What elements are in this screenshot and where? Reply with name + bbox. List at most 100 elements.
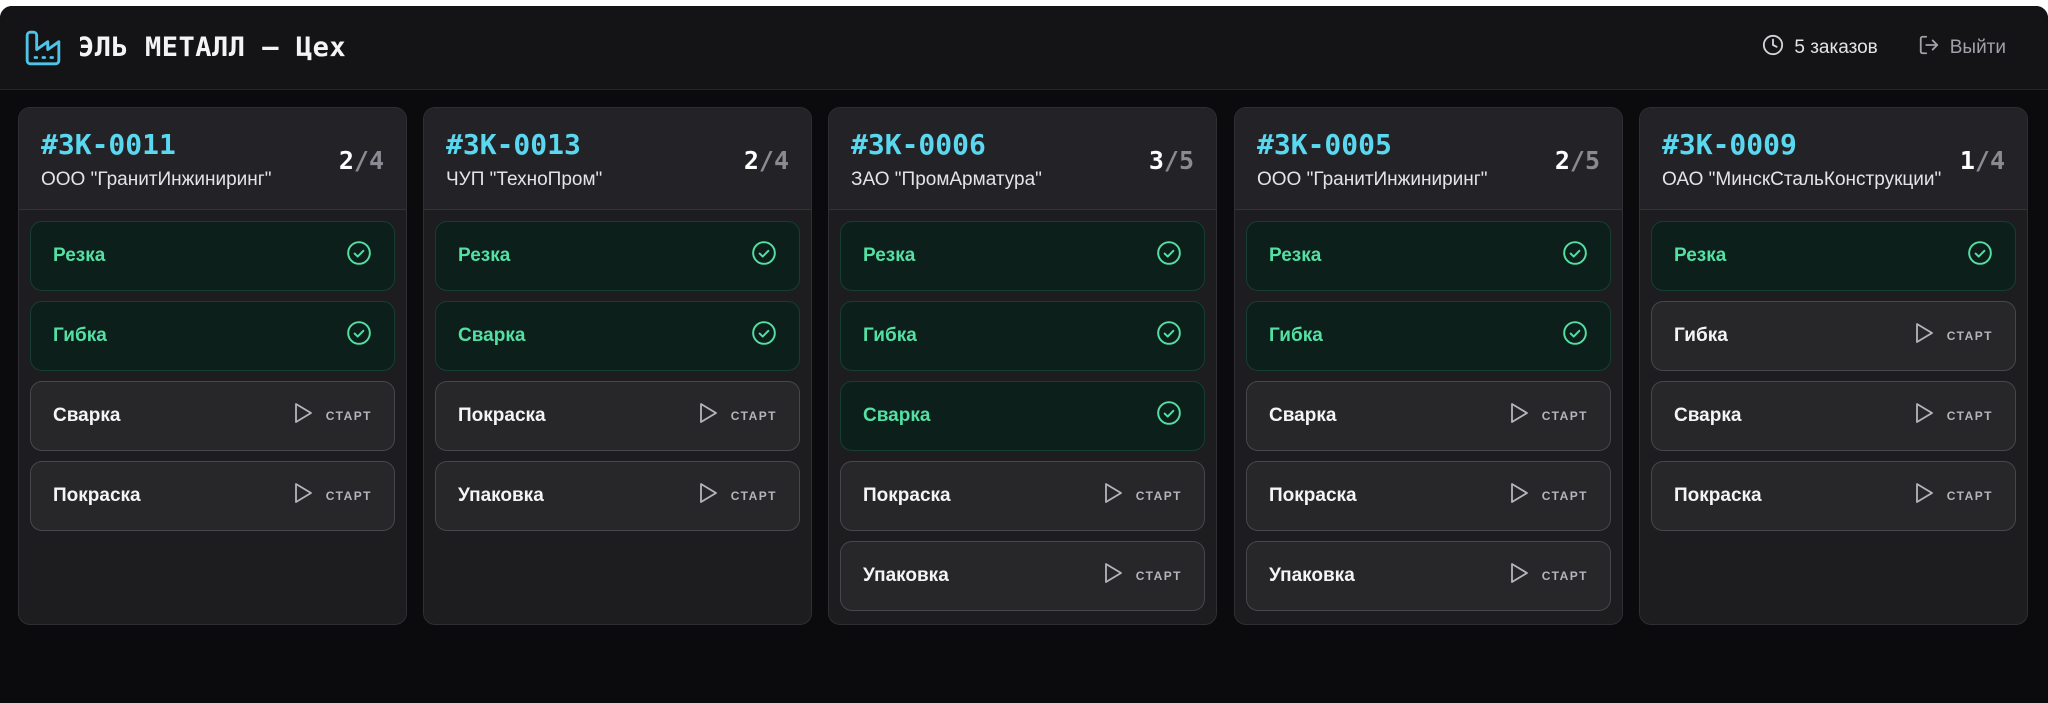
stage-name: Гибка [863, 325, 917, 346]
start-button[interactable]: СТАРТ [1913, 401, 1993, 431]
play-icon [1508, 401, 1530, 431]
start-button[interactable]: СТАРТ [1102, 561, 1182, 591]
stage-item-done: Резка [840, 221, 1205, 291]
stage-name: Покраска [1269, 485, 1357, 506]
stage-name: Гибка [1269, 325, 1323, 346]
order-progress: 3/5 [1149, 146, 1194, 175]
stage-item-done: Гибка [30, 301, 395, 371]
progress-done: 2 [1554, 146, 1570, 175]
progress-total: 4 [368, 146, 384, 175]
start-button[interactable]: СТАРТ [697, 481, 777, 511]
start-button[interactable]: СТАРТ [292, 401, 372, 431]
start-button[interactable]: СТАРТ [697, 401, 777, 431]
start-label: СТАРТ [730, 409, 777, 423]
order-card-header: #ЗК-0009 ОАО "МинскСтальКонструкции" 1/4 [1640, 108, 2027, 210]
stage-name: Резка [53, 245, 106, 266]
play-icon [697, 401, 719, 431]
play-icon [292, 481, 314, 511]
order-card-header: #ЗК-0013 ЧУП "ТехноПром" 2/4 [424, 108, 811, 210]
stage-name: Сварка [53, 405, 121, 426]
order-card-header: #ЗК-0005 ООО "ГранитИнжиниринг" 2/5 [1235, 108, 1622, 210]
order-card: #ЗК-0009 ОАО "МинскСтальКонструкции" 1/4 Ре… [1639, 107, 2028, 625]
progress-separator: / [1569, 146, 1585, 175]
stage-item-pending[interactable]: Гибка СТАРТ [1651, 301, 2016, 371]
stage-item-done: Сварка [435, 301, 800, 371]
progress-total: 4 [1989, 146, 2005, 175]
stage-name: Резка [1674, 245, 1727, 266]
progress-done: 2 [338, 146, 354, 175]
stage-item-pending[interactable]: Покраска СТАРТ [1246, 461, 1611, 531]
play-icon [1102, 561, 1124, 591]
start-button[interactable]: СТАРТ [1102, 481, 1182, 511]
stage-name: Резка [458, 245, 511, 266]
stage-item-pending[interactable]: Покраска СТАРТ [30, 461, 395, 531]
check-circle-icon [1562, 320, 1588, 352]
order-id: #ЗК-0006 [851, 128, 986, 161]
order-card: #ЗК-0011 ООО "ГранитИнжиниринг" 2/4 Резка Ги… [18, 107, 407, 625]
order-progress: 2/4 [744, 146, 789, 175]
stage-item-pending[interactable]: Упаковка СТАРТ [840, 541, 1205, 611]
stage-item-pending[interactable]: Упаковка СТАРТ [435, 461, 800, 531]
start-button[interactable]: СТАРТ [1508, 401, 1588, 431]
order-client: ЗАО "ПромАрматура" [851, 169, 1042, 190]
progress-total: 4 [773, 146, 789, 175]
order-client: ООО "ГранитИнжиниринг" [41, 169, 272, 190]
check-circle-icon [751, 240, 777, 272]
order-id: #ЗК-0013 [446, 128, 581, 161]
progress-separator: / [353, 146, 369, 175]
start-label: СТАРТ [1946, 409, 1993, 423]
stage-name: Сварка [863, 405, 931, 426]
start-button[interactable]: СТАРТ [292, 481, 372, 511]
start-label: СТАРТ [1946, 489, 1993, 503]
order-id: #ЗК-0011 [41, 128, 176, 161]
start-button[interactable]: СТАРТ [1508, 561, 1588, 591]
stage-item-done: Гибка [1246, 301, 1611, 371]
stage-item-done: Резка [30, 221, 395, 291]
order-id: #ЗК-0005 [1257, 128, 1392, 161]
progress-separator: / [758, 146, 774, 175]
start-button[interactable]: СТАРТ [1913, 481, 1993, 511]
stage-name: Резка [1269, 245, 1322, 266]
start-button[interactable]: СТАРТ [1508, 481, 1588, 511]
stage-list: Резка Гибка СТАРТ Сварка СТАРТ Покраска СТАРТ [1640, 210, 2027, 531]
start-button[interactable]: СТАРТ [1913, 321, 1993, 351]
start-label: СТАРТ [325, 489, 372, 503]
stage-name: Покраска [458, 405, 546, 426]
order-card: #ЗК-0006 ЗАО "ПромАрматура" 3/5 Резка Гибка С… [828, 107, 1217, 625]
start-label: СТАРТ [1541, 489, 1588, 503]
stage-item-pending[interactable]: Сварка СТАРТ [30, 381, 395, 451]
check-circle-icon [1562, 240, 1588, 272]
stage-name: Покраска [863, 485, 951, 506]
stage-item-pending[interactable]: Покраска СТАРТ [435, 381, 800, 451]
stage-name: Упаковка [863, 565, 949, 586]
stage-item-done: Резка [1651, 221, 2016, 291]
check-circle-icon [1156, 240, 1182, 272]
play-icon [1913, 401, 1935, 431]
progress-total: 5 [1584, 146, 1600, 175]
start-label: СТАРТ [1541, 409, 1588, 423]
start-label: СТАРТ [1541, 569, 1588, 583]
stage-item-pending[interactable]: Упаковка СТАРТ [1246, 541, 1611, 611]
check-circle-icon [751, 320, 777, 352]
progress-total: 5 [1178, 146, 1194, 175]
order-client: ОАО "МинскСтальКонструкции" [1662, 169, 1942, 190]
stage-item-pending[interactable]: Сварка СТАРТ [1246, 381, 1611, 451]
order-progress: 2/4 [339, 146, 384, 175]
stage-item-done: Резка [435, 221, 800, 291]
progress-separator: / [1163, 146, 1179, 175]
stage-item-pending[interactable]: Сварка СТАРТ [1651, 381, 2016, 451]
progress-separator: / [1974, 146, 1990, 175]
order-card-header: #ЗК-0011 ООО "ГранитИнжиниринг" 2/4 [19, 108, 406, 210]
progress-done: 1 [1959, 146, 1975, 175]
order-card: #ЗК-0005 ООО "ГранитИнжиниринг" 2/5 Резка Ги… [1234, 107, 1623, 625]
stage-item-pending[interactable]: Покраска СТАРТ [1651, 461, 2016, 531]
start-label: СТАРТ [325, 409, 372, 423]
check-circle-icon [1156, 320, 1182, 352]
stage-item-done: Сварка [840, 381, 1205, 451]
stage-name: Сварка [1674, 405, 1742, 426]
start-label: СТАРТ [1946, 329, 1993, 343]
check-circle-icon [1967, 240, 1993, 272]
play-icon [1508, 481, 1530, 511]
stage-item-pending[interactable]: Покраска СТАРТ [840, 461, 1205, 531]
stage-name: Упаковка [458, 485, 544, 506]
